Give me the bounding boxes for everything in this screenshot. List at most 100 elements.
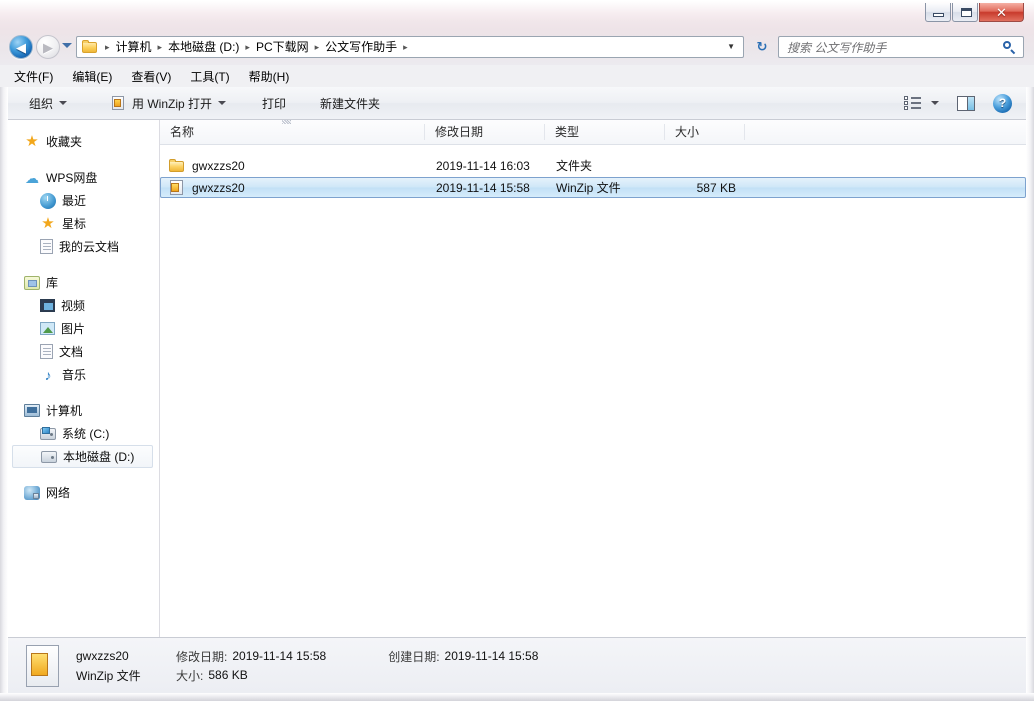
sidebar-item-music[interactable]: ♪ 音乐: [8, 363, 159, 386]
star-icon: ★: [41, 214, 55, 232]
sidebar-item-starred[interactable]: ★ 星标: [8, 212, 159, 235]
change-view-icon[interactable]: [904, 95, 921, 111]
window-controls: ✕: [924, 3, 1024, 22]
organize-button[interactable]: 组织: [20, 91, 76, 115]
refresh-button[interactable]: ↻: [752, 38, 772, 56]
breadcrumb-item-3[interactable]: 公文写作助手: [323, 37, 399, 57]
title-bar[interactable]: ✕: [0, 0, 1034, 30]
file-name-label: gwxzzs20: [192, 180, 245, 195]
search-box[interactable]: 搜索 公文写作助手: [778, 36, 1024, 58]
menu-help[interactable]: 帮助(H): [249, 66, 301, 87]
minimize-button[interactable]: [925, 3, 951, 22]
search-icon: [1003, 40, 1016, 54]
chevron-down-icon[interactable]: [931, 101, 939, 105]
sort-indicator-icon: [282, 120, 291, 124]
harddisk-icon: [41, 450, 57, 463]
table-row[interactable]: gwxzzs20 2019-11-14 15:58 WinZip 文件 587 …: [160, 177, 1026, 198]
sidebar-item-local-disk-d[interactable]: 本地磁盘 (D:): [12, 445, 153, 468]
breadcrumb-item-2[interactable]: PC下载网: [254, 37, 311, 57]
details-size-value: 586 KB: [208, 668, 248, 682]
sidebar-item-my-cloud-documents[interactable]: 我的云文档: [8, 235, 159, 258]
details-file-type: WinZip 文件: [76, 668, 141, 683]
breadcrumb-item-0[interactable]: 计算机: [114, 37, 154, 57]
help-icon[interactable]: ?: [993, 93, 1012, 113]
sidebar-item-computer[interactable]: 计算机: [8, 399, 159, 422]
window-frame-right: [1026, 0, 1034, 701]
sidebar-item-pictures[interactable]: 图片: [8, 317, 159, 340]
print-label: 打印: [262, 96, 287, 111]
address-bar[interactable]: ▸ 计算机 ▸ 本地磁盘 (D:) ▸ PC下载网 ▸ 公文写作助手 ▸ ▼: [76, 36, 744, 58]
print-button[interactable]: 打印: [253, 91, 295, 115]
breadcrumb-separator[interactable]: ▸: [399, 37, 412, 57]
cloud-icon: ☁: [25, 169, 39, 186]
sidebar-item-libraries[interactable]: 库: [8, 271, 159, 294]
back-button[interactable]: ◀: [9, 35, 33, 59]
computer-icon: [24, 404, 40, 417]
sidebar-item-recent[interactable]: 最近: [8, 189, 159, 212]
details-line-bottom: WinZip 文件 大小: 586 KB: [76, 666, 538, 685]
breadcrumb-separator[interactable]: ▸: [154, 37, 167, 57]
details-text-group: gwxzzs20 修改日期: 2019-11-14 15:58 创建日期: 20…: [76, 647, 538, 685]
sidebar-item-label: 文档: [59, 345, 84, 359]
file-list-pane[interactable]: 名称 修改日期 类型 大小 gwxzzs20 2019-11-14 16:03 …: [160, 120, 1026, 637]
file-type-cell: WinZip 文件: [556, 181, 621, 195]
sidebar-item-label: 我的云文档: [59, 240, 120, 254]
sidebar-item-network[interactable]: 网络: [8, 481, 159, 504]
details-file-name: gwxzzs20: [76, 649, 129, 663]
file-rows-container: gwxzzs20 2019-11-14 16:03 文件夹 gwxzzs20 2…: [160, 145, 1026, 198]
sidebar-item-label: 音乐: [62, 368, 87, 382]
details-size-label: 大小:: [176, 668, 204, 683]
library-icon: [24, 275, 40, 290]
sidebar-item-favorites[interactable]: ★ 收藏夹: [8, 130, 159, 153]
maximize-button[interactable]: [952, 3, 978, 22]
document-icon: [40, 344, 53, 359]
sidebar-item-label: 系统 (C:): [62, 427, 110, 441]
picture-icon: [40, 322, 55, 335]
breadcrumb-separator[interactable]: ▸: [311, 37, 324, 57]
table-row[interactable]: gwxzzs20 2019-11-14 16:03 文件夹: [160, 155, 1026, 176]
document-icon: [40, 239, 53, 254]
navigation-pane: ★ 收藏夹 ☁ WPS网盘 最近 ★ 星标 我的云文档 库 视频 图片 文档 ♪…: [8, 120, 160, 637]
address-dropdown-icon[interactable]: ▼: [721, 37, 743, 57]
open-with-winzip-button[interactable]: 用 WinZip 打开: [102, 91, 235, 115]
window-frame-left: [0, 0, 8, 701]
sidebar-item-label: 计算机: [46, 404, 83, 418]
close-button[interactable]: ✕: [979, 3, 1024, 22]
menu-edit[interactable]: 编辑(E): [72, 66, 123, 87]
menu-view[interactable]: 查看(V): [131, 66, 182, 87]
breadcrumb-separator[interactable]: ▸: [101, 37, 114, 57]
breadcrumb-item-1[interactable]: 本地磁盘 (D:): [166, 37, 241, 57]
sidebar-item-videos[interactable]: 视频: [8, 294, 159, 317]
new-folder-button[interactable]: 新建文件夹: [311, 91, 389, 115]
search-placeholder: 搜索 公文写作助手: [787, 40, 887, 55]
file-name-cell: gwxzzs20: [161, 158, 426, 173]
sidebar-item-label: 库: [46, 276, 59, 290]
close-icon: ✕: [996, 5, 1007, 20]
details-created-value: 2019-11-14 15:58: [444, 649, 539, 663]
sidebar-item-wps-cloud[interactable]: ☁ WPS网盘: [8, 166, 159, 189]
preview-pane-icon[interactable]: [957, 95, 975, 111]
winzip-file-icon: [169, 179, 185, 196]
sidebar-item-system-c[interactable]: 系统 (C:): [8, 422, 159, 445]
main-area: ★ 收藏夹 ☁ WPS网盘 最近 ★ 星标 我的云文档 库 视频 图片 文档 ♪…: [8, 120, 1026, 637]
history-dropdown-icon[interactable]: [62, 43, 72, 48]
file-modified-cell: 2019-11-14 15:58: [436, 180, 530, 195]
sidebar-item-label: 视频: [61, 299, 86, 313]
menu-tools[interactable]: 工具(T): [190, 66, 240, 87]
breadcrumb-separator[interactable]: ▸: [241, 37, 254, 57]
column-header-size[interactable]: 大小: [665, 124, 745, 140]
forward-button[interactable]: ▶: [36, 35, 60, 59]
column-header-type[interactable]: 类型: [545, 124, 665, 140]
new-folder-label: 新建文件夹: [320, 96, 381, 111]
maximize-icon: [961, 8, 972, 17]
menu-bar: 文件(F) 编辑(E) 查看(V) 工具(T) 帮助(H): [0, 65, 1034, 87]
sidebar-item-label: 本地磁盘 (D:): [63, 450, 135, 464]
details-modified-label: 修改日期:: [176, 649, 228, 664]
sidebar-item-documents[interactable]: 文档: [8, 340, 159, 363]
menu-file[interactable]: 文件(F): [14, 66, 64, 87]
column-header-name[interactable]: 名称: [160, 124, 425, 140]
column-header-modified[interactable]: 修改日期: [425, 124, 545, 140]
